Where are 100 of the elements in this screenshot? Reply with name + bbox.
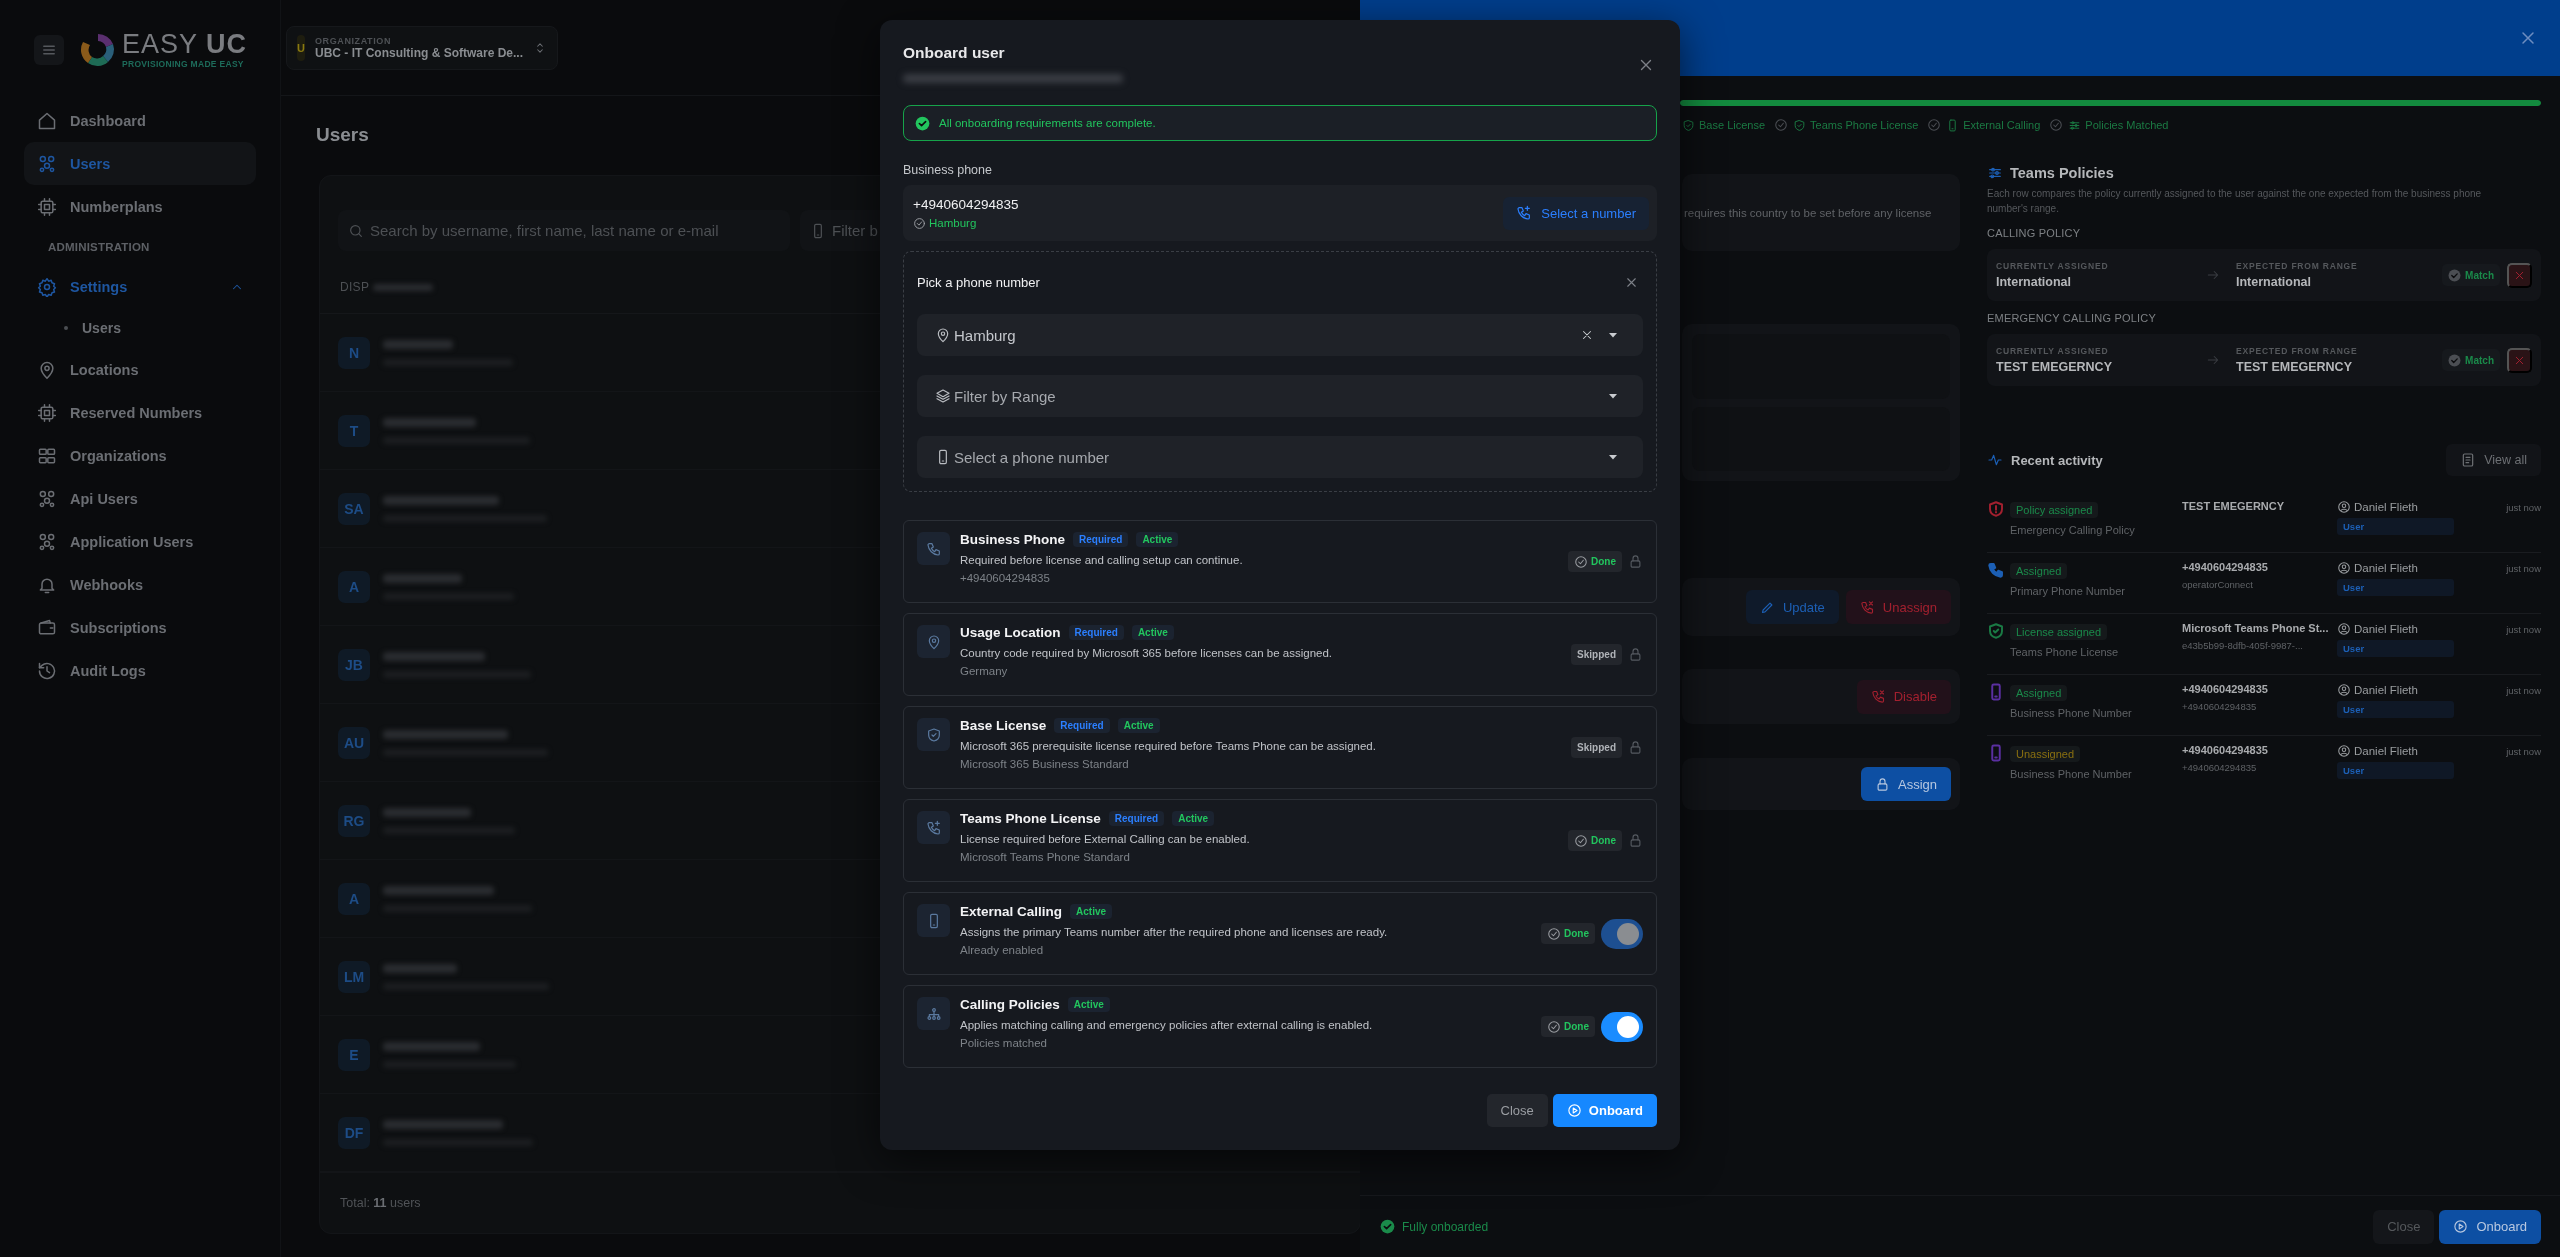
step-detail: Microsoft Teams Phone Standard — [960, 851, 1131, 863]
danger-button[interactable]: Disable — [1856, 679, 1951, 714]
step-detail: Already enabled — [960, 944, 1045, 956]
nav-item[interactable]: Locations — [24, 348, 256, 391]
activity-detail: e43b5b99-8dfb-405f-9987-... — [2182, 640, 2304, 651]
activity-detail: +4940604294835 — [2182, 701, 2258, 712]
select-number-button[interactable]: Select a number — [1503, 196, 1649, 230]
nav-item[interactable]: Audit Logs — [24, 649, 256, 692]
field-label: Business phone — [903, 163, 993, 177]
banner-text: All onboarding requirements are complete. — [939, 117, 1156, 129]
user-avatar: DF — [338, 1116, 370, 1149]
check-circle-icon — [1547, 926, 1561, 941]
nav-item[interactable]: Settings — [24, 265, 256, 308]
select-value: Hamburg — [954, 326, 1017, 344]
nav-subitem[interactable]: Users — [24, 308, 256, 348]
status-badge: Active — [1070, 904, 1113, 919]
close-button[interactable]: Close — [2373, 1209, 2435, 1244]
panel-title: Pick a phone number — [917, 274, 1040, 290]
section-title: Teams Policies — [2010, 165, 2114, 181]
status-badge: Required — [1068, 625, 1124, 640]
edit-button[interactable]: Update — [1745, 590, 1839, 624]
blurred-text — [383, 339, 453, 349]
total-count: Total: 11 users — [340, 1196, 421, 1211]
step-detail: +4940604294835 — [960, 572, 1051, 584]
step-label: Teams Phone License — [1810, 119, 1919, 131]
onboard-button[interactable]: Onboard — [1552, 1094, 1657, 1127]
nav-item[interactable]: Numberplans — [24, 185, 256, 228]
status-badge: Active — [1131, 625, 1174, 640]
hierarchy-icon — [925, 1005, 942, 1022]
toggle-switch[interactable] — [1601, 1011, 1643, 1042]
people-icon — [37, 153, 57, 174]
status-badge: Required — [1108, 811, 1165, 826]
policy-value: International — [2236, 275, 2312, 289]
onboard-button[interactable]: Onboard — [2439, 1209, 2541, 1244]
arrow-right-icon — [2206, 353, 2220, 367]
location-pin-icon — [935, 327, 951, 343]
step-detail: Policies matched — [960, 1037, 1048, 1049]
phone-plus-icon — [1516, 205, 1533, 221]
nav-item[interactable]: Subscriptions — [24, 606, 256, 649]
location-pin-icon — [37, 359, 57, 380]
step-description: Applies matching calling and emergency policies after external calling is enabled. — [960, 1019, 1374, 1031]
location-select[interactable]: Hamburg — [917, 314, 1643, 356]
page-title: Users — [316, 123, 369, 147]
danger-button[interactable]: Unassign — [1845, 590, 1951, 624]
phone-x-icon — [1859, 599, 1875, 615]
nav-item[interactable]: Webhooks — [24, 563, 256, 606]
assign-button[interactable]: Assign — [1860, 767, 1951, 801]
chip-icon — [37, 402, 57, 423]
step-description: Assigns the primary Teams number after the required phone and licenses are ready. — [960, 926, 1389, 938]
range-select[interactable]: Filter by Range — [917, 375, 1643, 417]
step-title: Usage Location — [960, 625, 1061, 640]
user-avatar: SA — [338, 492, 370, 525]
user-avatar: LM — [338, 960, 370, 993]
lock-icon — [1628, 833, 1643, 848]
nav-item[interactable]: Reserved Numbers — [24, 391, 256, 434]
logo-wordmark: EASY UC — [122, 30, 248, 58]
clear-button[interactable] — [1580, 328, 1594, 342]
user-icon — [2337, 744, 2351, 758]
match-badge: Match — [2442, 349, 2500, 371]
home-icon — [37, 110, 57, 131]
user-avatar: T — [338, 414, 370, 447]
check-circle-icon — [2448, 353, 2462, 367]
nav-item[interactable]: Api Users — [24, 477, 256, 520]
step-detail: Germany — [960, 665, 1009, 677]
activity-icon — [1987, 452, 2003, 468]
sliders-icon — [1987, 165, 2003, 181]
organization-selector[interactable]: U ORGANIZATION UBC - IT Consulting & Software De... — [286, 25, 558, 70]
activity-subject: Emergency Calling Policy — [2010, 524, 2135, 536]
user-avatar: AU — [338, 726, 370, 759]
step-status: Skipped — [1571, 737, 1622, 758]
step-title: Base License — [960, 718, 1047, 733]
close-icon — [1580, 328, 1594, 342]
nav-item[interactable]: Dashboard — [24, 99, 256, 142]
status-badge: Assigned — [2010, 563, 2068, 579]
number-select[interactable]: Select a phone number — [917, 436, 1643, 478]
step-label: Policies Matched — [2085, 119, 2169, 131]
phone-number: +4940604294835 — [913, 196, 1019, 212]
wallet-icon — [37, 617, 57, 638]
remove-button[interactable] — [2507, 262, 2532, 288]
activity-subject: Business Phone Number — [2010, 768, 2132, 780]
close-button[interactable]: Close — [1486, 1094, 1548, 1127]
search-icon — [348, 222, 364, 239]
search-field[interactable]: Search by username, first name, last name or e-mail — [338, 210, 790, 251]
column-header: DISP — [340, 280, 370, 295]
section-title: Recent activity — [2011, 452, 2103, 468]
remove-button[interactable] — [2507, 347, 2532, 373]
actor-name: Daniel Flieth — [2354, 684, 2418, 696]
nav-item[interactable]: Organizations — [24, 434, 256, 477]
activity-value: +4940604294835 — [2182, 683, 2269, 695]
blurred-text — [373, 283, 434, 291]
dialog-title: Onboard user — [903, 44, 1006, 62]
nav-item[interactable]: Users — [24, 142, 256, 185]
phone-x-icon — [1870, 689, 1886, 704]
menu-button[interactable] — [34, 34, 64, 65]
step-description: Required before license and calling setup can continue. — [960, 554, 1244, 566]
lock-icon — [1628, 554, 1643, 569]
status-badge: Unassigned — [2010, 746, 2081, 762]
nav-item[interactable]: Application Users — [24, 520, 256, 563]
view-all-button[interactable]: View all — [2446, 444, 2541, 476]
section-heading: ADMINISTRATION — [47, 239, 151, 255]
